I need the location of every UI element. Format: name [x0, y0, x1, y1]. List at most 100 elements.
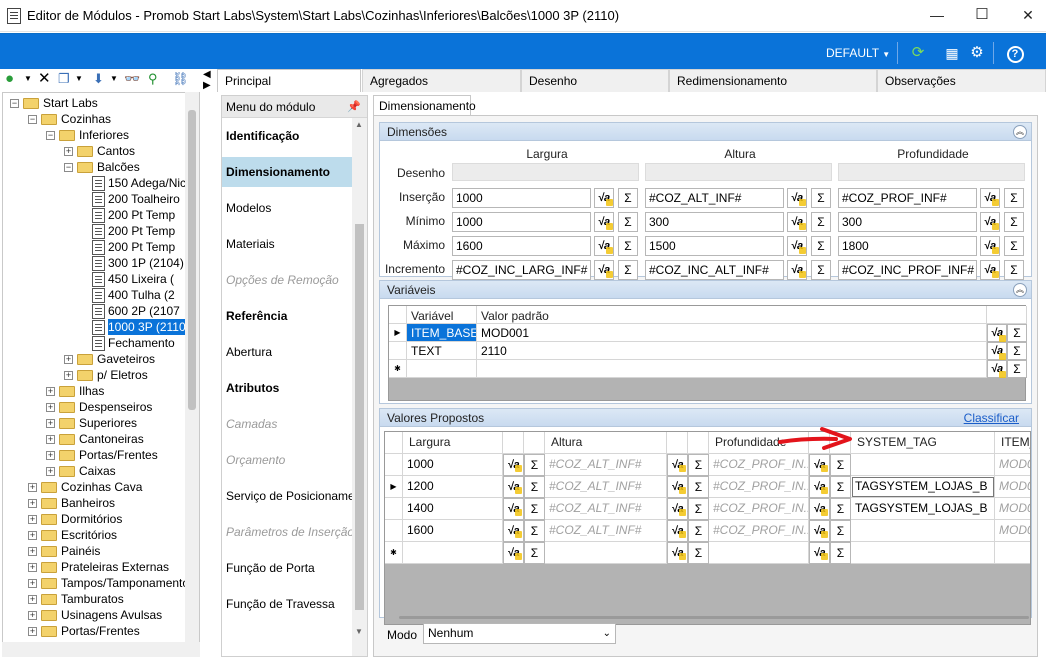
menu-scrollbar[interactable]: ▲ ▼: [352, 118, 367, 656]
formula-icon[interactable]: √a: [667, 542, 688, 564]
valores-cell[interactable]: #COZ_ALT_INF#: [545, 520, 667, 542]
menu-item[interactable]: Função de Porta: [222, 553, 352, 583]
dimension-field[interactable]: #COZ_INC_PROF_INF#: [838, 260, 977, 280]
dimension-field[interactable]: 1600: [452, 236, 591, 256]
sigma-icon[interactable]: Σ: [811, 188, 831, 208]
dimension-field[interactable]: [645, 163, 832, 181]
valores-cell[interactable]: [995, 542, 1030, 564]
sigma-icon[interactable]: Σ: [830, 520, 851, 542]
valores-cell[interactable]: MOD0: [995, 476, 1030, 498]
valores-horizontal-scrollbar[interactable]: [399, 616, 1029, 619]
variable-value-cell[interactable]: [477, 360, 987, 378]
valores-cell[interactable]: 1000: [403, 454, 503, 476]
dimension-field[interactable]: 1000: [452, 188, 591, 208]
variable-value-cell[interactable]: 2110: [477, 342, 987, 360]
sigma-icon[interactable]: Σ: [811, 212, 831, 232]
row-selector[interactable]: [385, 520, 403, 542]
gear-icon[interactable]: ⚙: [966, 42, 988, 64]
dimension-field[interactable]: 1500: [645, 236, 784, 256]
sigma-icon[interactable]: Σ: [618, 236, 638, 256]
chevron-down-icon[interactable]: ▼: [24, 71, 32, 87]
row-selector[interactable]: [385, 498, 403, 520]
tree-item[interactable]: 300 1P (2104): [3, 255, 188, 271]
sigma-icon[interactable]: Σ: [688, 498, 709, 520]
expand-icon[interactable]: +: [28, 531, 37, 540]
help-icon[interactable]: ?: [1004, 42, 1026, 64]
row-header[interactable]: [385, 432, 403, 454]
formula-icon[interactable]: √a: [980, 212, 1000, 232]
menu-item[interactable]: Orçamento: [222, 445, 352, 475]
sigma-icon[interactable]: Σ: [688, 520, 709, 542]
collapse-icon[interactable]: ︽: [1013, 125, 1027, 139]
sigma-icon[interactable]: Σ: [1004, 236, 1024, 256]
tab-dimensionamento[interactable]: Dimensionamento: [373, 95, 476, 116]
formula-icon[interactable]: √a: [787, 236, 807, 256]
close-button[interactable]: ✕: [1013, 4, 1043, 26]
sigma-icon[interactable]: Σ: [830, 454, 851, 476]
sigma-icon[interactable]: Σ: [524, 542, 545, 564]
valores-cell[interactable]: [851, 520, 995, 542]
expand-icon[interactable]: +: [64, 355, 73, 364]
tree-item[interactable]: − Cozinhas: [3, 111, 188, 127]
refresh-icon[interactable]: ⟳: [907, 42, 929, 64]
sigma-icon[interactable]: Σ: [618, 188, 638, 208]
expand-icon[interactable]: +: [28, 563, 37, 572]
dimension-field[interactable]: #COZ_INC_ALT_INF#: [645, 260, 784, 280]
collapse-icon[interactable]: −: [28, 115, 37, 124]
expand-icon[interactable]: +: [46, 387, 55, 396]
sigma-icon[interactable]: Σ: [618, 260, 638, 280]
tree-item[interactable]: 150 Adega/Nicho: [3, 175, 199, 191]
valores-cell[interactable]: [545, 542, 667, 564]
sigma-icon[interactable]: Σ: [811, 260, 831, 280]
profile-dropdown[interactable]: DEFAULT ▼: [826, 46, 890, 60]
formula-icon[interactable]: √a: [787, 212, 807, 232]
valores-cell[interactable]: [851, 454, 995, 476]
tree-item[interactable]: 600 2P (2107: [3, 303, 188, 319]
dimension-field[interactable]: 1800: [838, 236, 977, 256]
chevron-up-icon[interactable]: ▲: [355, 120, 363, 129]
valores-cell[interactable]: #COZ_PROF_IN...: [709, 498, 809, 520]
formula-icon[interactable]: √a: [809, 454, 830, 476]
valores-cell[interactable]: TAGSYSTEM_LOJAS_B: [851, 476, 995, 498]
tree-item[interactable]: + Escritórios: [3, 527, 188, 543]
valores-cell[interactable]: 1200: [403, 476, 503, 498]
chevron-down-icon[interactable]: ▼: [75, 71, 83, 87]
expand-icon[interactable]: +: [28, 515, 37, 524]
variable-name-cell[interactable]: ITEM_BASE: [407, 324, 477, 342]
formula-icon[interactable]: √a: [809, 498, 830, 520]
tree-item[interactable]: + Prateleiras Externas: [3, 559, 188, 575]
sigma-icon[interactable]: Σ: [688, 454, 709, 476]
menu-item[interactable]: Serviço de Posicionamento: [222, 481, 352, 511]
menu-item[interactable]: Referência: [222, 301, 352, 331]
grid-view-icon[interactable]: ▦: [941, 42, 963, 64]
row-selector[interactable]: ✱: [385, 542, 403, 564]
sigma-icon[interactable]: Σ: [1007, 324, 1027, 342]
formula-icon[interactable]: √a: [980, 236, 1000, 256]
sigma-icon[interactable]: Σ: [1007, 342, 1027, 360]
pin-icon[interactable]: 📌: [347, 96, 361, 118]
expand-icon[interactable]: +: [46, 403, 55, 412]
collapse-icon[interactable]: ︽: [1013, 283, 1027, 297]
row-selector[interactable]: ✱: [389, 360, 407, 378]
valores-cell[interactable]: #COZ_PROF_IN...: [709, 520, 809, 542]
sigma-icon[interactable]: Σ: [524, 520, 545, 542]
link-icon[interactable]: ⛓: [172, 71, 189, 87]
menu-item[interactable]: Identificação: [222, 121, 352, 151]
filter-icon[interactable]: ⚲: [148, 71, 158, 87]
expand-icon[interactable]: +: [28, 499, 37, 508]
scrollbar-thumb[interactable]: [355, 224, 364, 610]
valores-cell[interactable]: 1600: [403, 520, 503, 542]
tab-observacoes[interactable]: Observações: [877, 69, 1046, 92]
tree-item[interactable]: + Portas/Frentes: [3, 623, 188, 639]
formula-icon[interactable]: √a: [667, 476, 688, 498]
tree-item[interactable]: + Painéis: [3, 543, 188, 559]
sigma-icon[interactable]: Σ: [1007, 360, 1027, 378]
tree-vertical-scrollbar[interactable]: [185, 92, 199, 642]
valores-cell[interactable]: MOD0: [995, 520, 1030, 542]
tree-item[interactable]: + Banheiros: [3, 495, 188, 511]
variable-name-cell[interactable]: TEXT: [407, 342, 477, 360]
tree-item[interactable]: 200 Pt Temp: [3, 207, 188, 223]
expand-icon[interactable]: +: [28, 611, 37, 620]
menu-item[interactable]: Modelos: [222, 193, 352, 223]
tree-item[interactable]: + Tamburatos: [3, 591, 188, 607]
